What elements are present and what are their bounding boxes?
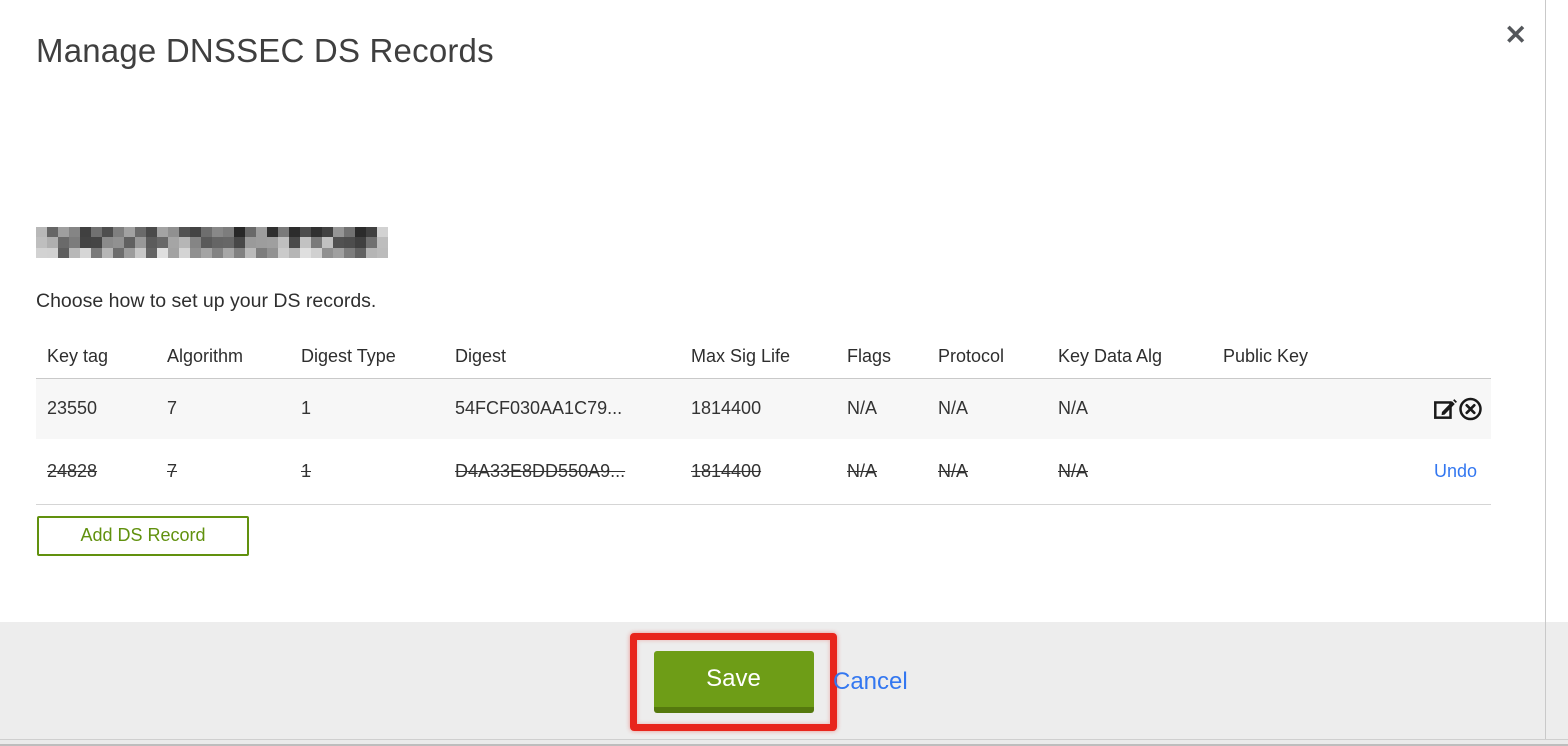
cell-algorithm: 7 [156, 377, 290, 439]
page-bottom-strip [0, 739, 1568, 746]
delete-icon[interactable] [1458, 396, 1483, 421]
cell-protocol: N/A [927, 439, 1047, 505]
dnssec-modal: Manage DNSSEC DS Records ✕ Choose how to… [0, 0, 1568, 556]
cell-algorithm: 7 [156, 439, 290, 505]
cell-max-sig-life: 1814400 [680, 439, 836, 505]
cell-key-data-alg: N/A [1047, 377, 1212, 439]
ds-records-table: Key tag Algorithm Digest Type Digest Max… [36, 336, 1491, 505]
table-row: 23550 7 1 54FCF030AA1C79... 1814400 N/A … [36, 377, 1491, 439]
col-header-public-key: Public Key [1223, 346, 1309, 367]
cell-flags: N/A [836, 377, 927, 439]
row-actions [1330, 377, 1491, 439]
modal-footer: Save Cancel [0, 622, 1568, 739]
cell-key-tag: 24828 [36, 439, 156, 505]
col-header-key-tag: Key tag [47, 346, 109, 367]
cell-digest-type: 1 [290, 377, 444, 439]
cell-max-sig-life: 1814400 [680, 377, 836, 439]
cell-public-key [1212, 377, 1330, 439]
domain-name-redacted [36, 227, 388, 258]
cell-public-key [1212, 439, 1330, 505]
table-row-deleted: 24828 7 1 D4A33E8DD550A9... 1814400 N/A … [36, 439, 1491, 505]
page-title: Manage DNSSEC DS Records [36, 32, 494, 69]
annotation-highlight-rect: Save [630, 633, 837, 731]
add-ds-record-button[interactable]: Add DS Record [37, 515, 249, 556]
cancel-link[interactable]: Cancel [833, 668, 908, 696]
edit-icon[interactable] [1433, 396, 1458, 421]
undo-link[interactable]: Undo [1434, 461, 1477, 481]
col-header-algorithm: Algorithm [167, 346, 244, 367]
col-header-max-sig-life: Max Sig Life [691, 346, 791, 367]
cell-digest: D4A33E8DD550A9... [444, 439, 680, 505]
col-header-protocol: Protocol [938, 346, 1005, 367]
cell-key-tag: 23550 [36, 377, 156, 439]
col-header-key-data-alg: Key Data Alg [1058, 346, 1163, 367]
page-right-strip [1546, 0, 1568, 622]
col-header-actions [1330, 336, 1491, 378]
instruction-text: Choose how to set up your DS records. [36, 290, 377, 312]
cell-digest: 54FCF030AA1C79... [444, 377, 680, 439]
cell-digest-type: 1 [290, 439, 444, 505]
close-icon[interactable]: ✕ [1504, 22, 1527, 49]
cell-protocol: N/A [927, 377, 1047, 439]
table-header-row: Key tag Algorithm Digest Type Digest Max… [36, 336, 1491, 378]
cell-flags: N/A [836, 439, 927, 505]
cell-key-data-alg: N/A [1047, 439, 1212, 505]
save-button[interactable]: Save [653, 651, 814, 713]
col-header-flags: Flags [847, 346, 892, 367]
col-header-digest: Digest [455, 346, 507, 367]
col-header-digest-type: Digest Type [301, 346, 396, 367]
row-actions: Undo [1330, 439, 1491, 505]
modal-right-border [1545, 0, 1546, 746]
